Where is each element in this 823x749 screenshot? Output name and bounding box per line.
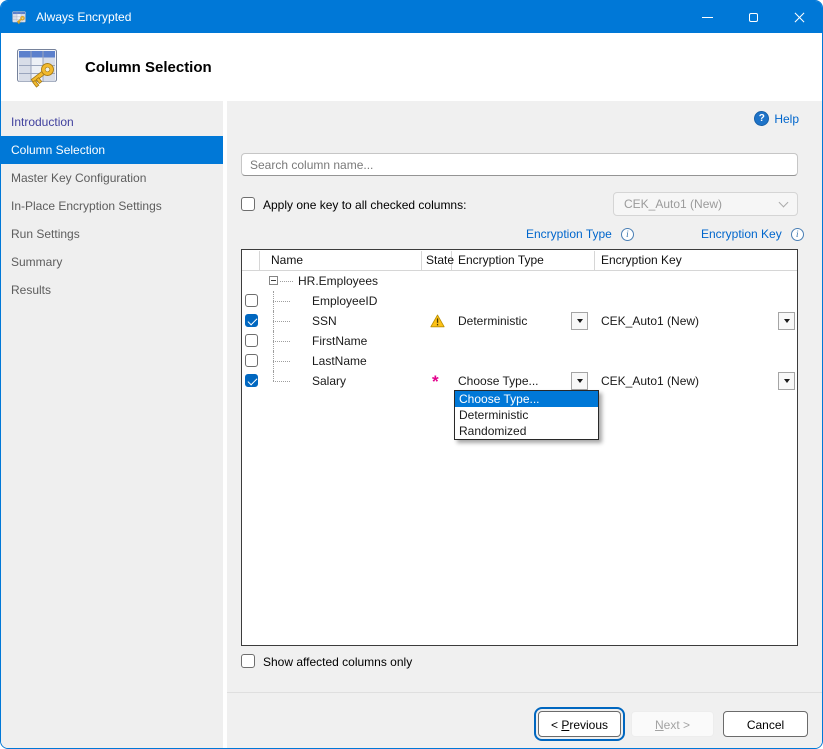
- row-checkbox-salary[interactable]: [245, 374, 258, 387]
- minimize-icon: [702, 17, 713, 18]
- info-circle-icon[interactable]: i: [791, 228, 804, 241]
- help-link[interactable]: ? Help: [754, 111, 799, 126]
- title-bar: Always Encrypted: [1, 1, 822, 33]
- encryption-type-link[interactable]: Encryption Type: [526, 227, 612, 241]
- column-separator: [421, 251, 422, 270]
- previous-button[interactable]: < Previous: [538, 711, 621, 737]
- column-name: FirstName: [312, 331, 367, 351]
- footer-divider: [227, 692, 822, 693]
- window-title: Always Encrypted: [36, 10, 131, 24]
- tree-line: [273, 361, 290, 362]
- tree-line: [273, 321, 290, 322]
- maximize-icon: [749, 13, 758, 22]
- wizard-steps-sidebar: Introduction Column Selection Master Key…: [1, 101, 223, 748]
- columns-table: Name State Encryption Type Encryption Ke…: [241, 249, 798, 646]
- dropdown-arrow-icon: [784, 319, 790, 323]
- required-asterisk-icon: *: [432, 374, 439, 389]
- column-name: SSN: [312, 311, 337, 331]
- sidebar-item-master-key-configuration[interactable]: Master Key Configuration: [1, 164, 223, 192]
- table-row: EmployeeID: [242, 291, 797, 311]
- next-button[interactable]: Next >: [631, 711, 714, 737]
- table-row-group: HR.Employees: [242, 271, 797, 291]
- row-checkbox-firstname[interactable]: [245, 334, 258, 347]
- dropdown-option-randomized[interactable]: Randomized: [455, 423, 598, 439]
- table-group-name: HR.Employees: [298, 271, 378, 291]
- header-encryption-key: Encryption Key: [601, 250, 682, 270]
- minimize-button[interactable]: [684, 1, 730, 33]
- help-label: Help: [774, 112, 799, 126]
- sidebar-item-summary[interactable]: Summary: [1, 248, 223, 276]
- dropdown-option-choose-type[interactable]: Choose Type...: [455, 391, 598, 407]
- table-row: SSN Deterministic CEK_Auto1 (New): [242, 311, 797, 331]
- close-icon: [793, 11, 806, 24]
- table-header: Name State Encryption Type Encryption Ke…: [242, 250, 797, 271]
- collapse-tree-icon[interactable]: [269, 276, 278, 285]
- sidebar-item-results[interactable]: Results: [1, 276, 223, 304]
- help-question-icon: ?: [754, 111, 769, 126]
- sidebar-item-column-selection[interactable]: Column Selection: [1, 136, 223, 164]
- show-affected-columns-checkbox[interactable]: [241, 654, 255, 668]
- warning-triangle-icon: [430, 314, 445, 328]
- column-separator: [259, 251, 260, 270]
- table-row: FirstName: [242, 331, 797, 351]
- encryption-type-link-group: Encryption Type i: [526, 227, 634, 241]
- tree-line: [273, 341, 290, 342]
- encryption-key-dropdown-button[interactable]: [778, 372, 795, 390]
- maximize-button[interactable]: [730, 1, 776, 33]
- dropdown-arrow-icon: [577, 379, 583, 383]
- wizard-header: Column Selection: [1, 33, 822, 101]
- column-selection-content: ? Help Apply one key to all checked colu…: [227, 101, 822, 748]
- sidebar-item-in-place-encryption-settings[interactable]: In-Place Encryption Settings: [1, 192, 223, 220]
- chevron-down-icon: [779, 197, 789, 207]
- header-encryption-type: Encryption Type: [458, 250, 544, 270]
- encryption-key-cell[interactable]: CEK_Auto1 (New): [601, 371, 699, 391]
- tree-line: [273, 381, 290, 382]
- encryption-key-link-group: Encryption Key i: [701, 227, 804, 241]
- sidebar-item-introduction[interactable]: Introduction: [1, 108, 223, 136]
- dropdown-option-deterministic[interactable]: Deterministic: [455, 407, 598, 423]
- cancel-button[interactable]: Cancel: [723, 711, 808, 737]
- close-button[interactable]: [776, 1, 822, 33]
- info-circle-icon[interactable]: i: [621, 228, 634, 241]
- row-checkbox-lastname[interactable]: [245, 354, 258, 367]
- table-row: Salary * Choose Type... CEK_Auto1 (New): [242, 371, 797, 391]
- tree-line: [273, 301, 290, 302]
- encryption-key-cell[interactable]: CEK_Auto1 (New): [601, 311, 699, 331]
- table-key-icon: [11, 9, 27, 25]
- dropdown-arrow-icon: [577, 319, 583, 323]
- column-name: Salary: [312, 371, 346, 391]
- apply-key-combobox[interactable]: CEK_Auto1 (New): [613, 192, 798, 216]
- row-checkbox-employeeid[interactable]: [245, 294, 258, 307]
- encryption-type-dropdown-button[interactable]: [571, 312, 588, 330]
- column-name: LastName: [312, 351, 367, 371]
- apply-one-key-checkbox[interactable]: [241, 197, 255, 211]
- tree-line: [280, 281, 293, 282]
- sidebar-item-run-settings[interactable]: Run Settings: [1, 220, 223, 248]
- encryption-type-cell[interactable]: Choose Type...: [458, 371, 539, 391]
- encryption-key-link[interactable]: Encryption Key: [701, 227, 782, 241]
- encryption-key-dropdown-button[interactable]: [778, 312, 795, 330]
- always-encrypted-window: Always Encrypted Column Selection Int: [0, 0, 823, 749]
- dropdown-arrow-icon: [784, 379, 790, 383]
- table-row: LastName: [242, 351, 797, 371]
- table-key-icon: [13, 42, 61, 90]
- tree-line: [273, 371, 274, 381]
- encryption-type-dropdown-list: Choose Type... Deterministic Randomized: [454, 390, 599, 440]
- window-controls: [684, 1, 822, 33]
- encryption-type-cell[interactable]: Deterministic: [458, 311, 527, 331]
- search-input[interactable]: [241, 153, 798, 176]
- show-affected-columns-label: Show affected columns only: [263, 655, 412, 669]
- column-separator: [594, 251, 595, 270]
- header-name: Name: [271, 250, 303, 270]
- page-title: Column Selection: [85, 59, 212, 76]
- row-checkbox-ssn[interactable]: [245, 314, 258, 327]
- apply-one-key-label: Apply one key to all checked columns:: [263, 198, 466, 212]
- apply-key-value: CEK_Auto1 (New): [624, 197, 722, 211]
- header-state: State: [426, 250, 454, 270]
- column-name: EmployeeID: [312, 291, 377, 311]
- encryption-type-dropdown-button[interactable]: [571, 372, 588, 390]
